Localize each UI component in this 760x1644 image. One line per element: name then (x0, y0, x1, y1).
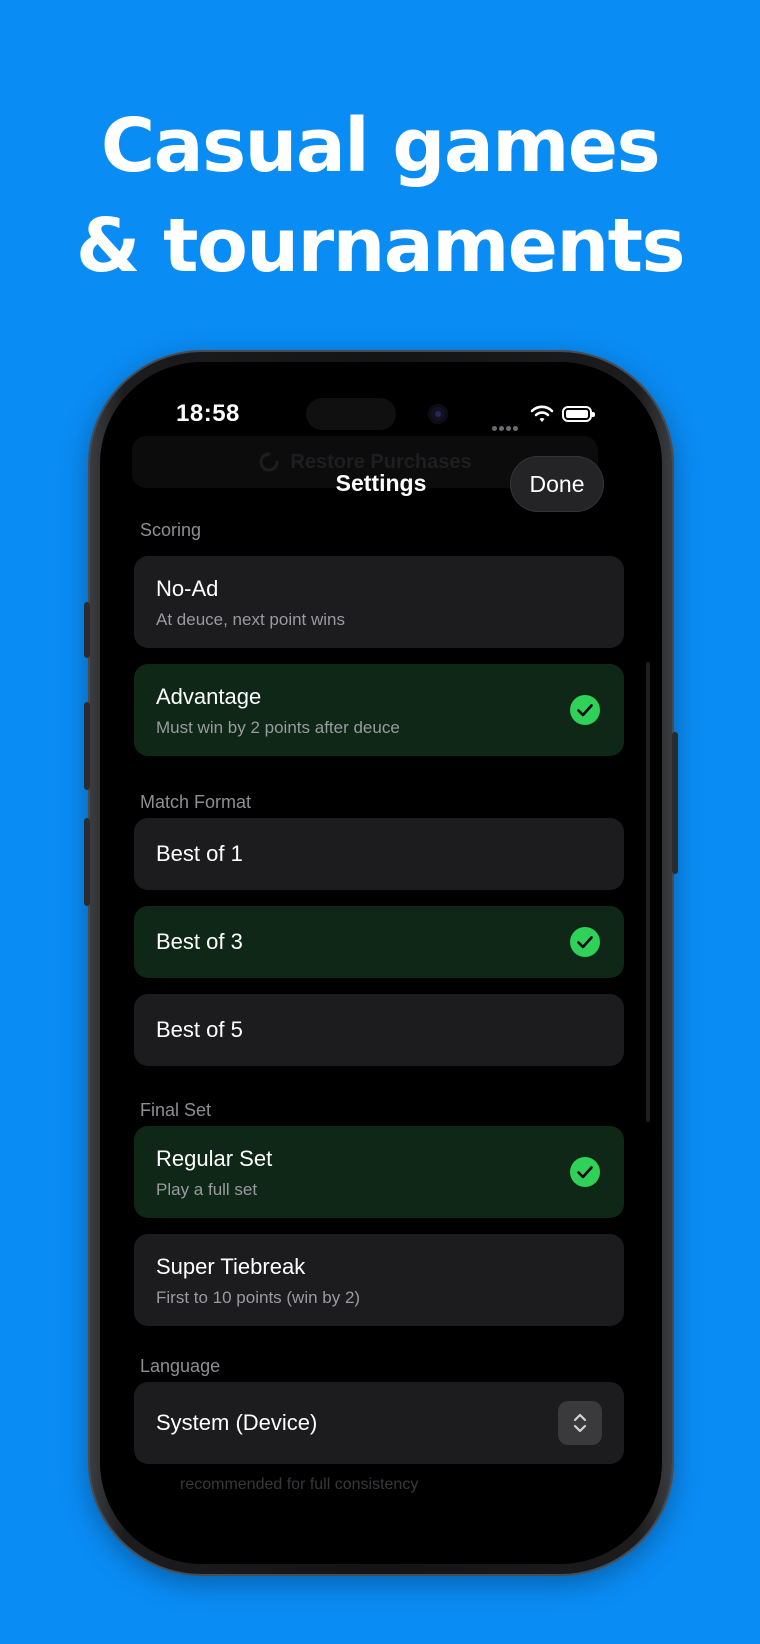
up-down-chevron-icon (558, 1401, 602, 1445)
checkmark-icon (570, 1157, 600, 1187)
option-title: No-Ad (156, 576, 219, 601)
option-title: Best of 3 (156, 929, 243, 954)
settings-sheet: Restore Purchases Settings Done Scoring … (100, 362, 662, 1564)
option-best-of-1[interactable]: Best of 1 (134, 818, 624, 890)
option-title: Regular Set (156, 1146, 273, 1171)
option-title: Advantage (156, 684, 262, 709)
checkmark-icon (570, 927, 600, 957)
battery-icon (562, 406, 595, 422)
section-header-final-set: Final Set (140, 1100, 212, 1120)
option-subtitle: First to 10 points (win by 2) (156, 1288, 361, 1307)
section-header-scoring: Scoring (140, 520, 202, 540)
option-regular-set[interactable]: Regular Set Play a full set (134, 1126, 624, 1218)
phone-screen: Restore Purchases Settings Done Scoring … (100, 362, 662, 1564)
marketing-headline: Casual games & tournaments (0, 96, 760, 296)
section-header-match-format: Match Format (140, 792, 252, 812)
language-select-value: System (Device) (156, 1410, 318, 1435)
done-button[interactable]: Done (510, 456, 604, 512)
dynamic-island (306, 398, 396, 430)
option-subtitle: Must win by 2 points after deuce (156, 718, 400, 737)
camera-icon (428, 404, 448, 424)
headline-line-2: & tournaments (75, 203, 686, 289)
option-subtitle: Play a full set (156, 1180, 258, 1199)
option-subtitle: At deuce, next point wins (156, 610, 346, 629)
status-icons (492, 404, 604, 431)
action-button (84, 602, 90, 658)
language-select[interactable]: System (Device) (134, 1382, 624, 1464)
signal-icon (492, 418, 520, 436)
option-best-of-5[interactable]: Best of 5 (134, 994, 624, 1066)
wifi-icon (530, 405, 554, 422)
checkmark-icon (570, 695, 600, 725)
option-super-tiebreak[interactable]: Super Tiebreak First to 10 points (win b… (134, 1234, 624, 1326)
power-button (672, 732, 678, 874)
option-best-of-3[interactable]: Best of 3 (134, 906, 624, 978)
volume-up-button (84, 702, 90, 790)
section-header-language: Language (140, 1356, 221, 1376)
option-title: Best of 1 (156, 841, 243, 866)
headline-line-1: Casual games (100, 103, 661, 189)
option-title: Best of 5 (156, 1017, 243, 1042)
volume-down-button (84, 818, 90, 906)
option-title: Super Tiebreak (156, 1254, 306, 1279)
scroll-indicator[interactable] (646, 662, 650, 1122)
option-no-ad[interactable]: No-Ad At deuce, next point wins (134, 556, 624, 648)
status-time: 18:58 (176, 400, 240, 427)
language-footnote: recommended for full consistency (180, 1476, 419, 1493)
option-advantage[interactable]: Advantage Must win by 2 points after deu… (134, 664, 624, 756)
